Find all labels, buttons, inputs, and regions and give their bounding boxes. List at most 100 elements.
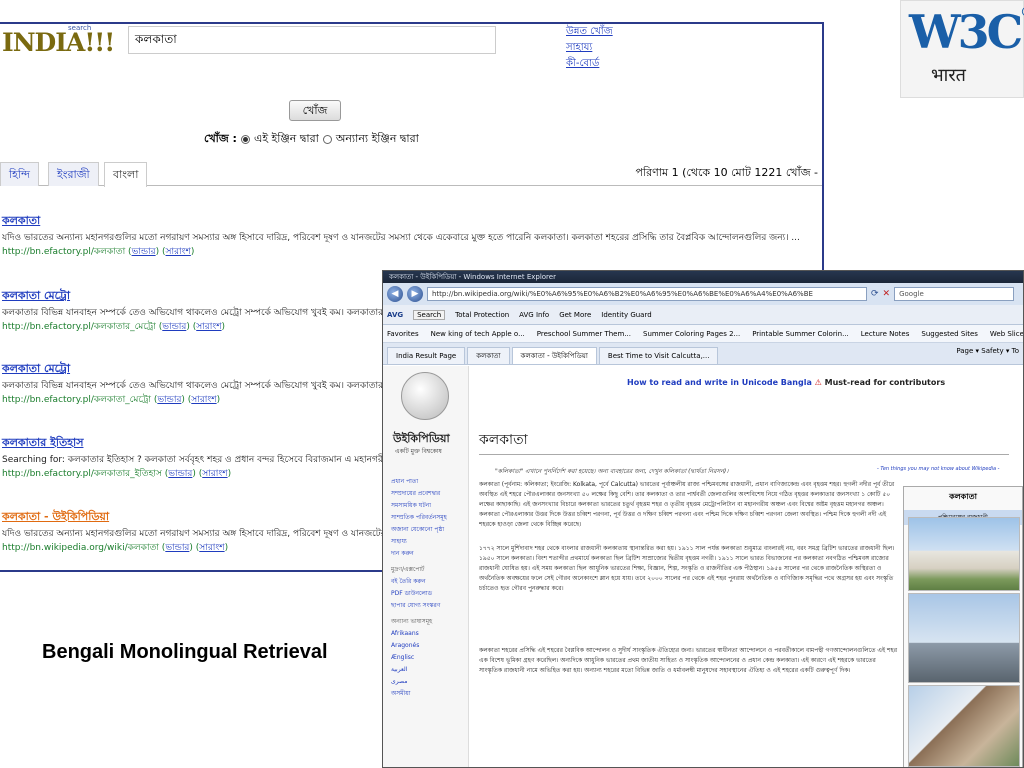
ten-things-link[interactable]: - Ten things you may not know about Wiki…	[877, 466, 999, 472]
cache-link[interactable]: ভান্ডার	[157, 395, 181, 405]
result-count: পরিণাম 1 (থেকে 10 মোট 1221 খোঁজ -	[635, 166, 818, 179]
result-title[interactable]: কলকাতা	[2, 212, 822, 231]
wiki-content: How to read and write in Unicode Bangla …	[475, 366, 1023, 767]
contributors-link[interactable]: Must-read for contributors	[825, 378, 945, 387]
sidebar-link[interactable]: দান করুন	[391, 548, 447, 560]
summary-link[interactable]: সারাংশ	[202, 469, 227, 479]
unicode-help-link[interactable]: How to read and write in Unicode Bangla	[627, 378, 812, 387]
sidebar-link[interactable]: PDF ডাউনলোড	[391, 588, 447, 600]
language-link[interactable]: مصرى	[391, 676, 447, 688]
search-box[interactable]: Google	[894, 287, 1015, 301]
sidebar-link[interactable]: প্রধান পাতা	[391, 476, 447, 488]
sidebar-link[interactable]: বই তৈরি করুন	[391, 576, 447, 588]
infobox-title: কলকাতা	[949, 492, 977, 501]
favorite-link[interactable]: New king of tech Apple o...	[431, 330, 525, 338]
other-engine-radio[interactable]	[322, 135, 332, 144]
back-icon[interactable]: ◀	[387, 286, 403, 302]
cache-link[interactable]: ভান্ডার	[132, 247, 156, 257]
cache-link[interactable]: ভান্ডার	[162, 322, 186, 332]
wikipedia-globe-icon[interactable]	[401, 372, 449, 420]
browser-tab[interactable]: কলকাতা	[467, 347, 510, 364]
search-button[interactable]: খোঁজ	[289, 100, 341, 121]
address-row: ◀ ▶ http://bn.wikipedia.org/wiki/%E0%A6%…	[383, 283, 1023, 305]
w3c-logo-subtitle: भारत	[931, 65, 966, 86]
language-link[interactable]: Afrikaans	[391, 628, 447, 640]
tab-hindi[interactable]: হিন্দি	[0, 162, 39, 186]
favorite-link[interactable]: Printable Summer Colorin...	[752, 330, 849, 338]
browser-tab[interactable]: Best Time to Visit Calcutta,...	[598, 347, 719, 364]
toolbar-search-button[interactable]: Search	[413, 309, 446, 320]
identity-guard-button[interactable]: Identity Guard	[601, 311, 651, 319]
refresh-icon[interactable]: ⟳	[871, 289, 879, 299]
victoria-memorial-image[interactable]	[908, 517, 1020, 591]
sidebar-heading[interactable]: অন্যান্য ভাষাসমূহ	[391, 616, 447, 628]
logo-search-tag: search	[68, 24, 92, 32]
language-link[interactable]: Aragonés	[391, 640, 447, 652]
sidebar-heading[interactable]: মুদ্রণ/এক্সপোর্ট	[391, 564, 447, 576]
summary-link[interactable]: সারাংশ	[191, 395, 216, 405]
stop-icon[interactable]: ✕	[883, 289, 891, 299]
result-url[interactable]: http://bn.efactory.pl/কলকাতার_মেট্রো	[2, 322, 156, 332]
bridge-image[interactable]	[908, 593, 1020, 683]
other-engine-label: অন্যান্য ইঞ্জিন দ্বারা	[335, 132, 419, 145]
result-url[interactable]: http://bn.efactory.pl/কলকাতার_ইতিহাস	[2, 469, 162, 479]
infobox: কলকাতা — পশ্চিমবঙ্গের রাজধানী —	[903, 486, 1023, 767]
avg-info-button[interactable]: AVG Info	[519, 311, 549, 319]
result-url[interactable]: http://bn.efactory.pl/কলকাতা	[2, 247, 125, 257]
result-url[interactable]: http://bn.efactory.pl/কলকাতা_মেট্রো	[2, 395, 151, 405]
favorite-link[interactable]: Suggested Sites	[921, 330, 978, 338]
window-title: কলকাতা - উইকিপিডিয়া - Windows Internet …	[383, 271, 1023, 283]
wiki-tagline: একটি মুক্ত বিশ্বকোষ	[395, 448, 442, 455]
this-engine-radio[interactable]	[240, 135, 250, 144]
summary-link[interactable]: সারাংশ	[199, 543, 224, 553]
ie-browser-window: কলকাতা - উইকিপিডিয়া - Windows Internet …	[382, 270, 1024, 768]
keyboard-link[interactable]: কী-বোর্ড	[566, 56, 613, 72]
article-paragraph: কলকাতা (পূর্বনাম: কলিকাতা; ইংরেজি: Kolka…	[479, 481, 895, 528]
hatnote: "কলিকাতা" এখানে পুনর্নির্দেশ করা হয়েছে।…	[495, 468, 729, 475]
sidebar-link[interactable]: সাম্প্রতিক পরিবর্তনসমূহ	[391, 512, 447, 524]
city-image[interactable]	[908, 685, 1020, 767]
address-bar[interactable]: http://bn.wikipedia.org/wiki/%E0%A6%95%E…	[427, 287, 867, 301]
result-url-row: http://bn.efactory.pl/কলকাতা (ভান্ডার) (…	[2, 247, 195, 257]
sidebar-link[interactable]: ছাপার যোগ্য সংস্করণ	[391, 600, 447, 612]
advanced-search-link[interactable]: উন্নত খোঁজ	[566, 24, 613, 40]
total-protection-button[interactable]: Total Protection	[455, 311, 509, 319]
search-input[interactable]: কলকাতা	[128, 26, 496, 54]
cache-link[interactable]: ভান্ডার	[168, 469, 192, 479]
language-link[interactable]: অসমীয়া	[391, 688, 447, 700]
summary-link[interactable]: সারাংশ	[166, 247, 191, 257]
result-url[interactable]: http://bn.wikipedia.org/wiki/কলকাতা	[2, 543, 159, 553]
browser-tabs: India Result Page কলকাতা কলকাতা - উইকিপি…	[383, 343, 1023, 365]
sidebar-link[interactable]: সম্প্রদায়ের প্রবেশদ্বার	[391, 488, 447, 500]
help-link[interactable]: সাহায্য	[566, 40, 613, 56]
article-paragraph: কলকাতা শহরের প্রসিদ্ধি এই শহরের বৈপ্লবিক…	[479, 647, 898, 674]
summary-link[interactable]: সারাংশ	[196, 322, 221, 332]
sidebar-link[interactable]: অজানা যেকোনো পৃষ্ঠা	[391, 524, 447, 536]
forward-icon[interactable]: ▶	[407, 286, 423, 302]
favorite-link[interactable]: Preschool Summer Them...	[537, 330, 631, 338]
avg-logo[interactable]: AVG	[387, 311, 403, 319]
sidebar-link[interactable]: সমসাময়িক ঘটনা	[391, 500, 447, 512]
result-item: কলকাতা যদিও ভারতের অন্যান্য মহানগরগুলির …	[2, 212, 822, 259]
wiki-sidebar: উইকিপিডিয়া একটি মুক্ত বিশ্বকোষ প্রধান প…	[383, 366, 469, 767]
favorites-button[interactable]: Favorites	[387, 330, 419, 338]
cache-link[interactable]: ভান্ডার	[165, 543, 189, 553]
language-link[interactable]: العربية	[391, 664, 447, 676]
this-engine-label: এই ইঞ্জিন দ্বারা	[253, 132, 319, 145]
site-notice: How to read and write in Unicode Bangla …	[627, 378, 945, 387]
tab-english[interactable]: ইংরাজী	[48, 162, 99, 186]
sidebar-link[interactable]: সাহায্য	[391, 536, 447, 548]
favorite-link[interactable]: Summer Coloring Pages 2...	[643, 330, 740, 338]
favorite-link[interactable]: Web Slice Gallery	[990, 330, 1023, 338]
language-link[interactable]: Ænglisc	[391, 652, 447, 664]
result-snippet: যদিও ভারতের অন্যান্য মহানগরগুলির মতো নগর…	[2, 233, 800, 243]
tab-bangla[interactable]: বাংলা	[104, 162, 148, 187]
article-paragraph: ১৭৭২ সালে মুর্শিদাবাদ শহর থেকে বাংলার রা…	[479, 545, 895, 592]
favorite-link[interactable]: Lecture Notes	[861, 330, 910, 338]
sidebar-links: প্রধান পাতা সম্প্রদায়ের প্রবেশদ্বার সমস…	[391, 476, 447, 700]
tab-tools[interactable]: Page ▾ Safety ▾ To	[956, 347, 1019, 355]
browser-tab[interactable]: India Result Page	[387, 347, 466, 364]
browser-tab-active[interactable]: কলকাতা - উইকিপিডিয়া	[511, 347, 597, 364]
get-more-button[interactable]: Get More	[559, 311, 591, 319]
india-search-logo[interactable]: INDIA!!!	[2, 28, 115, 57]
